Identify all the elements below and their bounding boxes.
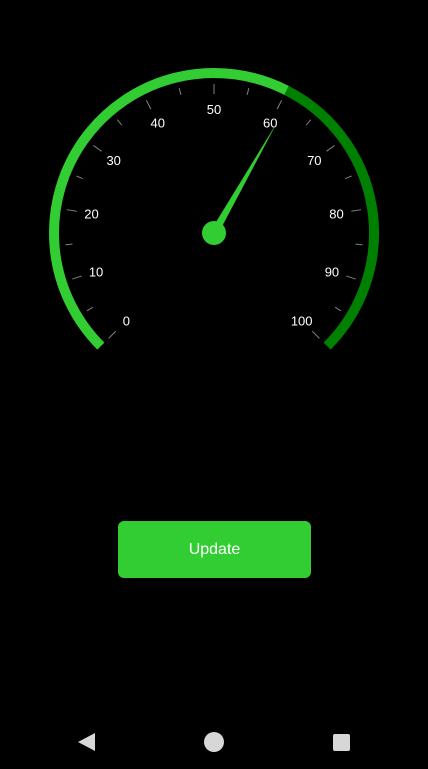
gauge-tick-label: 40 <box>150 116 164 131</box>
gauge-major-tick <box>276 100 283 110</box>
gauge-tick-label: 0 <box>123 314 130 329</box>
home-icon[interactable] <box>202 730 226 754</box>
gauge-tick-label: 60 <box>263 116 277 131</box>
gauge-major-tick <box>108 330 117 339</box>
gauge-major-tick <box>351 209 362 212</box>
gauge-needle <box>210 121 278 235</box>
gauge-tick-label: 100 <box>291 314 313 329</box>
gauge-major-tick <box>66 209 77 212</box>
update-button[interactable]: Update <box>118 521 311 578</box>
gauge-tick-label: 70 <box>307 153 321 168</box>
gauge-major-tick <box>311 330 320 339</box>
gauge-minor-tick <box>334 306 342 312</box>
gauge-minor-tick <box>65 243 73 246</box>
gauge-tick-label: 80 <box>329 207 343 222</box>
gauge-tick-label: 10 <box>89 264 103 279</box>
gauge-major-tick <box>326 145 335 152</box>
recents-icon[interactable] <box>329 730 353 754</box>
gauge-minor-tick <box>246 88 250 96</box>
gauge-needle-knob <box>202 221 226 245</box>
gauge-tick-label: 90 <box>325 264 339 279</box>
gauge-major-tick <box>346 275 356 280</box>
gauge-major-tick <box>145 100 152 110</box>
gauge-minor-tick <box>305 119 312 126</box>
gauge-major-tick <box>72 275 82 280</box>
gauge-tick-label: 50 <box>207 102 221 117</box>
gauge-tick-label: 30 <box>106 153 120 168</box>
gauge-minor-tick <box>178 88 182 96</box>
system-navigation-bar <box>0 715 428 769</box>
back-icon[interactable] <box>74 730 98 754</box>
gauge-tick-label: 20 <box>84 207 98 222</box>
gauge-minor-tick <box>355 243 363 246</box>
speedometer-gauge: 0 10 20 30 40 50 60 70 80 90 100 <box>49 68 379 350</box>
gauge-minor-tick <box>116 119 123 126</box>
gauge-minor-tick <box>344 175 352 180</box>
gauge-minor-tick <box>76 175 84 180</box>
gauge-major-tick <box>93 145 102 152</box>
gauge-minor-tick <box>86 306 94 312</box>
